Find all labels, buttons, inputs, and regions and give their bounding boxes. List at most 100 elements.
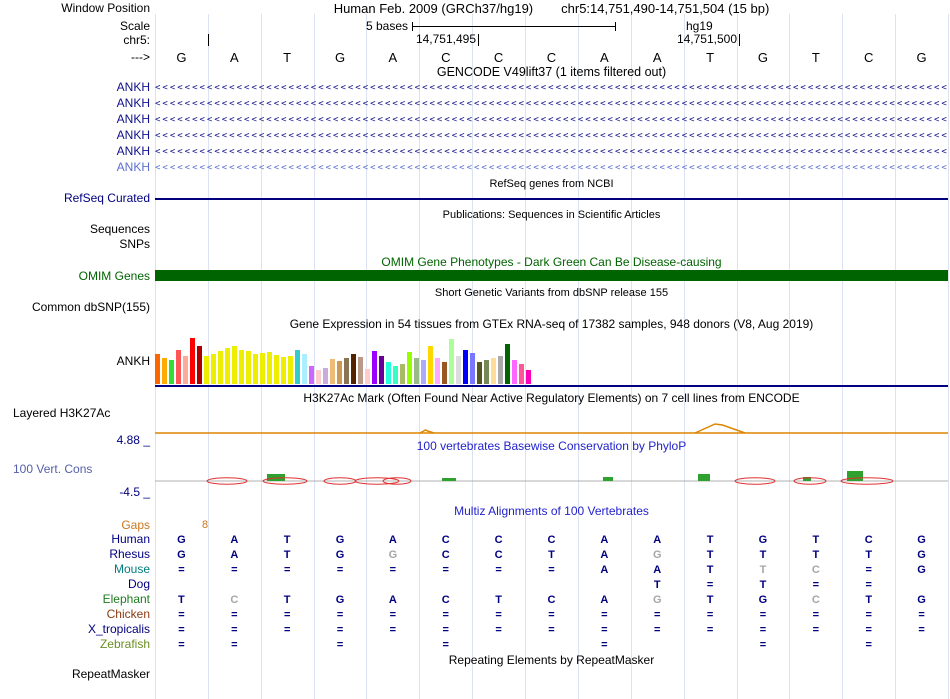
alignment-base: = [865,609,872,621]
gtex-expression-bar [407,352,412,384]
gtex-expression-bar [512,360,517,384]
alignment-base: = [548,624,555,636]
gtex-expression-bar [365,369,370,384]
alignment-base: = [389,624,397,636]
track-title-omim[interactable]: OMIM Gene Phenotypes - Dark Green Can Be… [155,256,948,269]
alignment-base: = [442,624,449,636]
gtex-expression-bar [386,362,391,384]
track-title-h3k27ac[interactable]: H3K27Ac Mark (Often Found Near Active Re… [155,392,948,405]
alignment-base: T [759,564,767,576]
track-title-refseq[interactable]: RefSeq genes from NCBI [155,178,948,191]
track-title-phylop[interactable]: 100 vertebrates Basewise Conservation by… [155,440,948,453]
gene-label-ankh-4[interactable]: ANKH [0,129,150,142]
alignment-base: A [600,534,609,546]
reference-base: A [600,50,609,65]
track-label-gaps[interactable]: Gaps [0,519,150,532]
alignment-base: G [652,594,662,606]
gtex-expression-bar [393,366,398,384]
gene-label-ankh-2[interactable]: ANKH [0,97,150,110]
alignment-base: = [601,639,608,651]
alignment-base: C [441,549,450,561]
reference-base: G [334,50,346,65]
gene-transcript-arrows[interactable]: <<<<<<<<<<<<<<<<<<<<<<<<<<<<<<<<<<<<<<<<… [155,129,948,143]
track-title-gencode[interactable]: GENCODE V49lift37 (1 items filtered out) [155,66,948,79]
alignment-base: T [759,579,767,591]
ruler-tick [478,34,479,46]
alignment-base: = [231,609,238,621]
phylop-axis-min: -4.5 _ [119,485,150,499]
gene-transcript-arrows[interactable]: <<<<<<<<<<<<<<<<<<<<<<<<<<<<<<<<<<<<<<<<… [155,145,948,159]
alignment-base: = [759,624,767,636]
position-range-title: chr5:14,751,490-14,751,504 (15 bp) [561,1,770,16]
gene-transcript-arrows[interactable]: <<<<<<<<<<<<<<<<<<<<<<<<<<<<<<<<<<<<<<<<… [155,81,948,95]
reference-base: C [493,50,504,65]
reference-base: T [706,50,715,65]
gtex-expression-bar [218,351,223,384]
reference-base: C [864,50,874,65]
alignment-base: = [548,609,555,621]
track-title-repeatmasker[interactable]: Repeating Elements by RepeatMasker [155,654,948,667]
alignment-base: = [812,579,820,591]
alignment-base: G [917,534,926,546]
gene-transcript-arrows[interactable]: <<<<<<<<<<<<<<<<<<<<<<<<<<<<<<<<<<<<<<<<… [155,161,948,175]
track-label-refseq-curated[interactable]: RefSeq Curated [0,192,150,205]
gene-label-ankh-5[interactable]: ANKH [0,145,150,158]
track-label-gtex-ankh[interactable]: ANKH [0,355,150,368]
species-label-dog[interactable]: Dog [0,578,150,591]
track-label-100-vert-cons[interactable]: 100 Vert. Cons [0,463,150,476]
omim-gene-bar[interactable] [155,270,948,281]
alignment-base: = [389,609,397,621]
gene-transcript-arrows[interactable]: <<<<<<<<<<<<<<<<<<<<<<<<<<<<<<<<<<<<<<<<… [155,113,948,127]
alignment-base: T [548,549,555,561]
species-label-human[interactable]: Human [0,533,150,546]
track-title-gtex[interactable]: Gene Expression in 54 tissues from GTEx … [155,318,948,331]
alignment-base: = [178,624,185,636]
gene-label-ankh-1[interactable]: ANKH [0,81,150,94]
track-label-common-dbsnp[interactable]: Common dbSNP(155) [0,301,150,314]
h3k27ac-signal[interactable] [155,420,948,436]
base-boundary-gridline [948,14,949,699]
track-title-dbsnp[interactable]: Short Genetic Variants from dbSNP releas… [155,287,948,300]
alignment-base: T [178,594,185,606]
track-title-multiz[interactable]: Multiz Alignments of 100 Vertebrates [155,505,948,518]
species-label-zebrafish[interactable]: Zebrafish [0,638,150,651]
gtex-expression-bar [505,344,510,384]
phylop-axis-max: 4.88 _ [116,433,150,447]
track-label-repeatmasker[interactable]: RepeatMasker [0,668,150,681]
gaps-count: 8 [201,519,209,531]
gtex-expression-bar [435,358,440,384]
alignment-base: = [654,624,661,636]
track-label-snps[interactable]: SNPs [0,238,150,251]
alignment-base: = [231,639,238,651]
gtex-expression-bar [288,356,293,384]
gene-transcript-arrows[interactable]: <<<<<<<<<<<<<<<<<<<<<<<<<<<<<<<<<<<<<<<<… [155,97,948,111]
gtex-expression-bar [260,353,265,384]
refseq-transcript-line[interactable] [155,198,948,200]
alignment-base: = [178,639,185,651]
gtex-expression-chart[interactable] [155,334,533,384]
species-label-chicken[interactable]: Chicken [0,608,150,621]
gene-label-ankh-3[interactable]: ANKH [0,113,150,126]
track-label-layered-h3k27ac[interactable]: Layered H3K27Ac [0,407,150,420]
alignment-base: T [706,594,714,606]
alignment-base: T [283,594,291,606]
gene-label-ankh-6[interactable]: ANKH [0,161,150,174]
track-title-publications[interactable]: Publications: Sequences in Scientific Ar… [155,209,948,222]
alignment-base: C [230,594,239,606]
species-label-x-tropicalis[interactable]: X_tropicalis [0,623,150,636]
species-label-mouse[interactable]: Mouse [0,563,150,576]
alignment-base: = [548,564,555,576]
phylop-conservation-plot[interactable] [155,468,948,494]
alignment-base: = [442,609,449,621]
gtex-expression-bar [400,364,405,384]
species-label-rhesus[interactable]: Rhesus [0,548,150,561]
gtex-expression-bar [477,362,482,384]
track-label-omim-genes[interactable]: OMIM Genes [0,270,150,283]
strand-direction-label: ---> [131,50,150,64]
gtex-expression-bar [281,357,286,384]
track-display-area: Human Feb. 2009 (GRCh37/hg19) chr5:14,751… [155,0,949,699]
species-label-elephant[interactable]: Elephant [0,593,150,606]
track-label-sequences[interactable]: Sequences [0,223,150,236]
alignment-base: = [178,609,185,621]
alignment-base: A [600,564,609,576]
